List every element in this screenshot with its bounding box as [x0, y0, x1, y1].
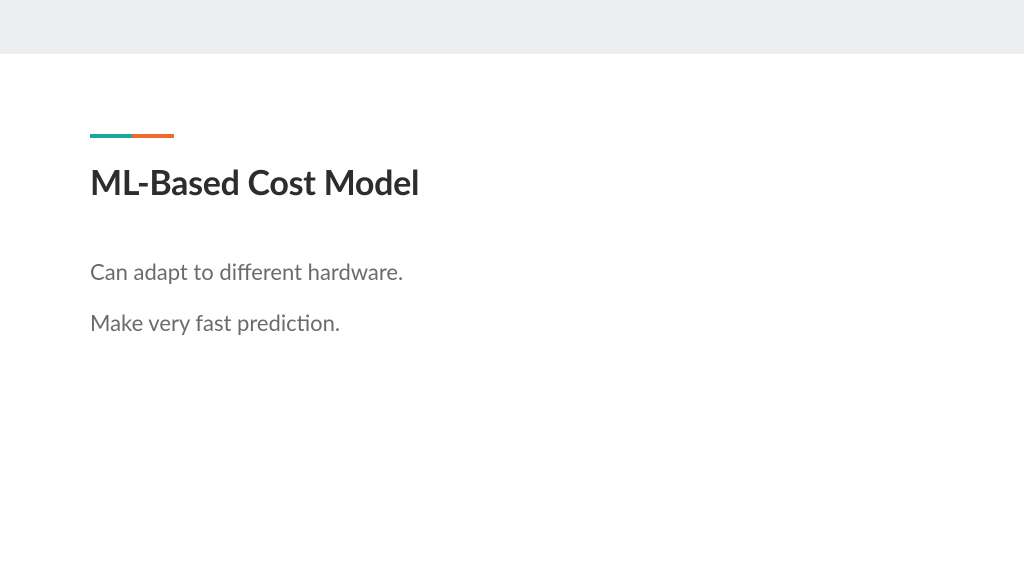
slide-content: ML-Based Cost Model Can adapt to differe… [0, 54, 1024, 339]
accent-teal-segment [90, 134, 132, 138]
accent-orange-segment [132, 134, 174, 138]
slide-title: ML-Based Cost Model [90, 162, 1024, 203]
accent-line [90, 134, 1024, 138]
top-bar [0, 0, 1024, 54]
body-line: Can adapt to different hardware. [90, 255, 1024, 288]
body-line: Make very fast prediction. [90, 306, 1024, 339]
